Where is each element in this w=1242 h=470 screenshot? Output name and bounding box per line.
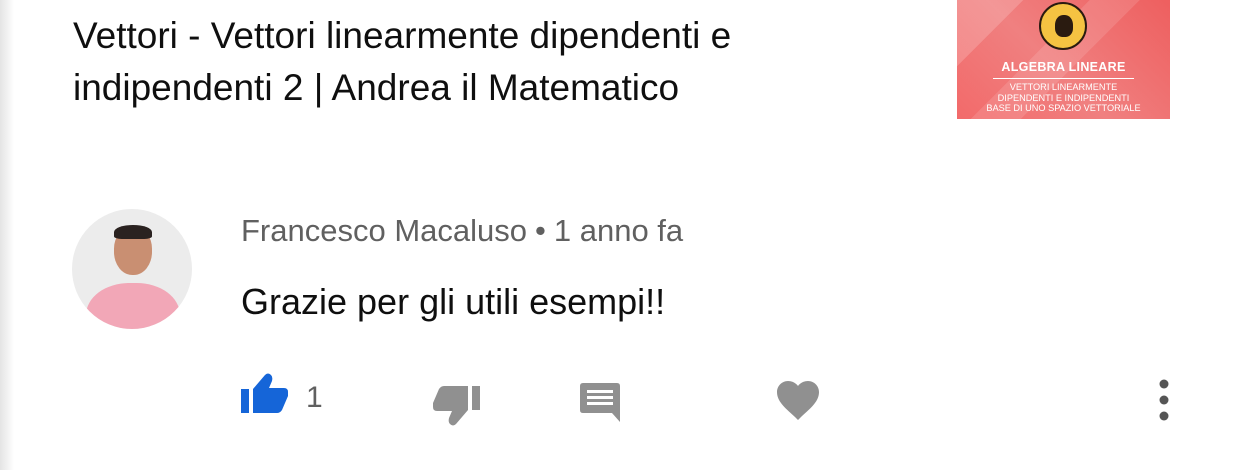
more-options-button[interactable] [1152,378,1176,422]
thumbnail-subtitle: VETTORI LINEARMENTE DIPENDENTI E INDIPEN… [957,82,1170,114]
channel-logo [1039,2,1087,50]
like-button[interactable] [241,371,289,415]
meta-separator: • [535,213,546,248]
comment: Francesco Macaluso • 1 anno fa Grazie per … [0,195,1242,470]
author-name[interactable]: Francesco Macaluso [241,213,527,248]
comment-icon [580,383,620,422]
thumbnail-subtitle-line: DIPENDENTI E INDIPENDENTI [997,92,1130,103]
comment-meta: Francesco Macaluso • 1 anno fa [241,213,683,249]
like-count: 1 [306,381,323,414]
avatar[interactable] [72,209,192,329]
reply-button[interactable] [578,380,622,424]
comment-text: Grazie per gli utili esempi!! [241,281,666,322]
video-header[interactable]: Vettori - Vettori linearmente dipendenti… [0,0,1242,130]
more-vert-icon [1159,379,1169,421]
video-title[interactable]: Vettori - Vettori linearmente dipendenti… [73,10,913,114]
thumb-down-icon [433,386,480,426]
video-thumbnail[interactable]: ALGEBRA LINEARE VETTORI LINEARMENTE DIPE… [957,0,1170,119]
thumbnail-subtitle-line: BASE DI UNO SPAZIO VETTORIALE [986,103,1141,113]
dislike-button[interactable] [432,384,480,428]
comment-time: 1 anno fa [553,213,684,248]
thumbnail-divider [993,78,1134,79]
thumbnail-title: ALGEBRA LINEARE [1001,60,1126,74]
heart-button[interactable] [776,380,820,422]
heart-icon [777,381,819,420]
thumb-up-icon [241,373,288,413]
thumbnail-subtitle-line: VETTORI LINEARMENTE [1009,82,1118,92]
